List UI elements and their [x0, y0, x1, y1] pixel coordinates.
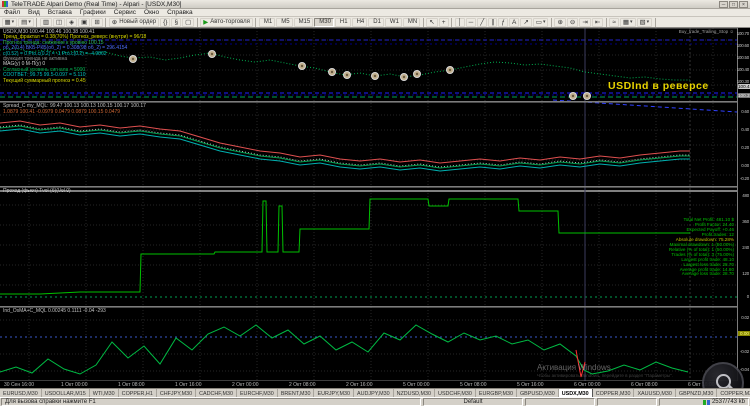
price-scale-label: 480: [742, 193, 749, 198]
current-price-box: 100.41: [738, 84, 750, 89]
price-scale-label: 120: [742, 271, 749, 276]
status-bar: Для вызова справки нажмите F1 Default 25…: [0, 397, 750, 406]
windows-activation-watermark-sub: Чтобы активировать Windows, перейдите в …: [537, 373, 673, 378]
price-scale[interactable]: 100.70 100.60 100.50 100.40 100.30 0.60 0.40 0.…: [737, 28, 750, 381]
signal-marker-dot: [373, 74, 377, 78]
price-scale-label: 0.00: [741, 163, 749, 168]
chart-tab-USDX,M30[interactable]: USDX,M30: [558, 389, 593, 397]
mt4-terminal-window: TeleTRADE Alpari Demo (Real Time) - Alpa…: [0, 0, 750, 406]
chart-tab-WTI,M30[interactable]: WTI,M30: [90, 389, 119, 397]
secondary-price-box: 100.375: [738, 93, 750, 98]
chart-tab-CADCHF,M30[interactable]: CADCHF,M30: [196, 389, 237, 397]
spread-upper-red: [0, 120, 690, 164]
chart-tab-GBPNZD,M30[interactable]: GBPNZD,M30: [676, 389, 718, 397]
price-scale-label: 0: [746, 294, 749, 299]
chart-tab-USDOLLAR,M15[interactable]: USDOLLAR,M15: [42, 389, 90, 397]
price-scale-label: -0.04: [739, 367, 749, 372]
signal-marker-dot: [415, 72, 419, 76]
spread-mid-silver: [0, 124, 690, 168]
signal-marker-dot: [210, 52, 214, 56]
chart-tab-CHFJPY,M30[interactable]: CHFJPY,M30: [157, 389, 197, 397]
osma-indicator-label: Ind_OsMA+C_MQL 0.00245 0.1111 -0.04 -293: [3, 308, 106, 314]
ea-stat-line: Average loss trade: 28.70: [681, 271, 734, 277]
ea-statistics-block: Total Net Profit: 481.10 $ Profit Factor:…: [669, 217, 734, 277]
chart-tab-COPPER,H1[interactable]: COPPER,H1: [119, 389, 157, 397]
panel-separator[interactable]: [0, 186, 750, 188]
price-scale-label: 360: [742, 219, 749, 224]
chart-tab-GBPUSD,M30[interactable]: GBPUSD,M30: [517, 389, 559, 397]
expert-advisor-label: Buy_trade_Trailing_Stop ☺: [678, 29, 734, 34]
traffic-counter: 2537/743 kb: [711, 399, 745, 405]
chart-tab-EURUSD,M30[interactable]: EURUSD,M30: [0, 389, 42, 397]
equity-line: [0, 198, 690, 295]
chart-tab-EURJPY,M30[interactable]: EURJPY,M30: [314, 389, 355, 397]
chart-tab-USDCHF,M30[interactable]: USDCHF,M30: [435, 389, 476, 397]
signal-marker-dot: [330, 70, 334, 74]
indicator-info-block: USDX,M30 100.44 100.46 100.38 100.41 Трен…: [3, 29, 146, 84]
status-profile[interactable]: Default: [423, 398, 523, 406]
price-scale-label: 100.50: [736, 55, 749, 60]
status-connection: 2537/743 kb: [659, 398, 749, 406]
chart-tab-BRENT,M30[interactable]: BRENT,M30: [278, 389, 315, 397]
price-scale-label: 240: [742, 245, 749, 250]
chart-tab-NZDUSD,M30[interactable]: NZDUSD,M30: [394, 389, 436, 397]
panel-separator[interactable]: [0, 306, 750, 308]
indicator-info-line: Текущий суммарный прогноз = 0.45: [3, 77, 86, 84]
chart-tab-COPPER,M30[interactable]: COPPER,M30: [717, 389, 750, 397]
chart-tab-AUDJPY,M30[interactable]: AUDJPY,M30: [354, 389, 394, 397]
chart-tab-COPPER,M30[interactable]: COPPER,M30: [593, 389, 635, 397]
chart-tab-bar: EURUSD,M30 USDOLLAR,M15 WTI,M30 COPPER,H1 CH…: [0, 388, 750, 397]
price-scale-label: 100.60: [736, 43, 749, 48]
status-empty-segment: [525, 398, 595, 406]
status-empty-segment: [597, 398, 657, 406]
signal-marker-dot: [585, 94, 589, 98]
signal-marker-dot: [345, 73, 349, 77]
time-axis[interactable]: 30 Сен 16:00 1 Окт 00:00 1 Окт 08:00 1 Окт …: [0, 381, 750, 388]
signal-marker-dot: [300, 64, 304, 68]
chart-tab-EURCHF,M30[interactable]: EURCHF,M30: [237, 389, 278, 397]
price-scale-label: 0.40: [741, 127, 749, 132]
spread-green: [0, 125, 690, 169]
status-help-text: Для вызова справки нажмите F1: [1, 398, 421, 406]
chart-annotation-text: USDInd в реверсе: [608, 80, 709, 92]
price-scale-label: 0.02: [741, 315, 749, 320]
chart-tab-XAUUSD,M30[interactable]: XAUUSD,M30: [634, 389, 676, 397]
spread-indicator-values: 1.0879 100.41 -0.0979 0.0479 0.0879 100.…: [3, 109, 121, 115]
price-scale-label: 100.40: [736, 67, 749, 72]
connection-bars-icon: [702, 399, 710, 405]
price-scale-label: -0.02: [739, 349, 749, 354]
price-scale-label: 0.20: [741, 145, 749, 150]
signal-marker-dot: [448, 68, 452, 72]
price-scale-label: 0.60: [741, 109, 749, 114]
price-scale-label: 100.70: [736, 31, 749, 36]
price-scale-label: -0.20: [739, 176, 749, 181]
windows-activation-watermark: Активация Windows: [537, 363, 611, 372]
signal-marker-dot: [571, 94, 575, 98]
zero-level-box: 0.00: [738, 331, 750, 336]
chart-tab-EURGBP,M30[interactable]: EURGBP,M30: [476, 389, 517, 397]
signal-marker-dot: [402, 75, 406, 79]
profit-indicator-label: Проход (фьюч) Tvol (б)(Vol 0): [3, 188, 71, 194]
